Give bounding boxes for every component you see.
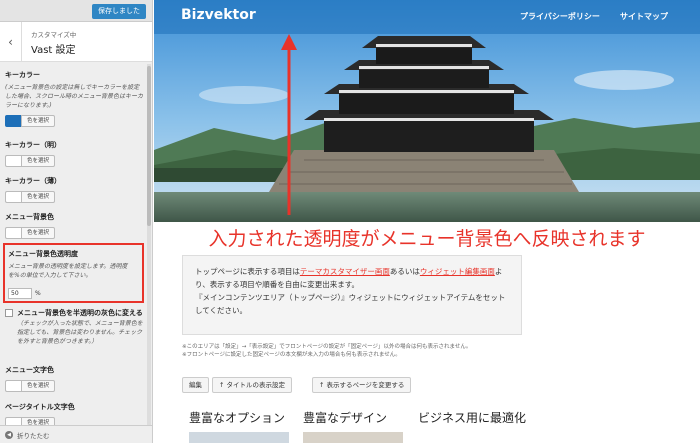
key-color-dark-section: キーカラー（薄） 色を選択: [5, 176, 143, 203]
nav-privacy-policy[interactable]: プライバシーポリシー: [520, 11, 600, 22]
feature-title: 豊富なデザイン: [303, 411, 388, 425]
menu-opacity-description: メニュー背景の透明度を設定します。透明度を%の単位で入力して下さい。: [8, 263, 128, 279]
menu-bg-section: メニュー背景色 色を選択: [5, 212, 143, 239]
site-preview: Bizvektor プライバシーポリシー サイトマップ 入力された透明度がメニュ…: [154, 0, 700, 443]
menu-bg-picker[interactable]: 色を選択: [5, 227, 143, 239]
customizer-header: ‹ カスタマイズ中 Vast 設定: [0, 22, 152, 62]
customizer-topbar: 保存しました: [0, 0, 152, 22]
menu-gray-label: メニュー背景色を半透明の灰色に変える: [17, 309, 143, 317]
title-display-settings-button[interactable]: ↑ タイトルの表示設定: [212, 377, 293, 393]
select-color-label: 色を選択: [21, 115, 56, 127]
annotation-caption: 入力された透明度がメニュー背景色へ反映されます: [208, 228, 646, 250]
menu-opacity-title: メニュー背景色透明度: [8, 250, 78, 258]
color-swatch: [5, 155, 21, 167]
color-swatch: [5, 115, 21, 127]
collapse-label: 折りたたむ: [17, 431, 50, 440]
customizer-sidebar: 保存しました ‹ カスタマイズ中 Vast 設定 キーカラー (メニュー背景色の…: [0, 0, 153, 443]
edit-button[interactable]: 編集: [182, 377, 209, 393]
feature-title: 豊富なオプション: [189, 411, 286, 425]
page-title-color-title: ページタイトル文字色: [5, 403, 75, 411]
frontpage-notice: トップページに表示する項目はテーマカスタマイザー画面あるいはウィジェット編集画面…: [182, 255, 522, 335]
back-button[interactable]: ‹: [0, 22, 22, 62]
key-color-light-picker[interactable]: 色を選択: [5, 155, 143, 167]
change-displayed-page-button[interactable]: ↑ 表示するページを変更する: [312, 377, 412, 393]
small-notes: ※このエリアは「設定」→「表示設定」でフロントページの設定が「固定ページ」以外の…: [182, 343, 471, 359]
key-color-description: (メニュー背景色の設定は無しでキーカラーを設定した場合、スクロール時のメニュー背…: [5, 84, 144, 109]
menu-bg-title: メニュー背景色: [5, 213, 54, 221]
collapse-icon: ◀: [5, 430, 13, 439]
note-line: ※フロントページに設定した固定ページの本文欄が未入力の場合も何も表示されません。: [182, 352, 401, 358]
notice-text: 『メインコンテンツエリア（トップページ）』ウィジェットにウィジェットアイテムをセ…: [195, 293, 506, 315]
site-logo[interactable]: Bizvektor: [181, 7, 256, 23]
key-color-title: キーカラー: [5, 71, 40, 79]
opacity-input[interactable]: 50: [8, 288, 32, 299]
color-swatch: [5, 227, 21, 239]
nav-sitemap[interactable]: サイトマップ: [620, 11, 668, 22]
key-color-light-section: キーカラー（明） 色を選択: [5, 140, 143, 167]
menu-gray-checkbox[interactable]: [5, 309, 13, 317]
color-swatch: [5, 380, 21, 392]
color-swatch: [5, 191, 21, 203]
panel-subtitle: カスタマイズ中: [31, 31, 77, 39]
feature-title: ビジネス用に最適化: [418, 411, 527, 425]
notice-text: トップページに表示する項目は: [195, 267, 300, 276]
widget-edit-link[interactable]: ウィジェット編集画面: [420, 267, 495, 276]
menu-gray-description: （チェックが入った状態で、メニュー背景色を指定しても、背景色は変わりません。チェ…: [17, 320, 143, 345]
menu-text-section: メニュー文字色 色を選択: [5, 365, 143, 392]
sidebar-scrollbar[interactable]: [147, 64, 151, 426]
menu-gray-section: メニュー背景色を半透明の灰色に変える （チェックが入った状態で、メニュー背景色を…: [5, 308, 143, 346]
theme-customizer-link[interactable]: テーマカスタマイザー画面: [300, 267, 390, 276]
menu-text-picker[interactable]: 色を選択: [5, 380, 143, 392]
panel-title: Vast 設定: [31, 45, 76, 56]
notice-text: あるいは: [389, 267, 420, 276]
note-line: ※このエリアは「設定」→「表示設定」でフロントページの設定が「固定ページ」以外の…: [182, 344, 472, 350]
select-color-label: 色を選択: [21, 191, 56, 203]
feature-image: [303, 432, 403, 443]
select-color-label: 色を選択: [21, 380, 56, 392]
select-color-label: 色を選択: [21, 155, 56, 167]
collapse-button[interactable]: ◀ 折りたたむ: [0, 425, 152, 443]
menu-text-title: メニュー文字色: [5, 366, 54, 374]
opacity-unit: %: [35, 290, 41, 297]
key-color-section: キーカラー (メニュー背景色の設定は無しでキーカラーを設定した場合、スクロール時…: [5, 70, 143, 127]
key-color-dark-picker[interactable]: 色を選択: [5, 191, 143, 203]
save-button[interactable]: 保存しました: [92, 4, 146, 19]
key-color-picker[interactable]: 色を選択: [5, 115, 143, 127]
key-color-dark-title: キーカラー（薄）: [5, 177, 61, 185]
feature-image: [189, 432, 289, 443]
select-color-label: 色を選択: [21, 227, 56, 239]
site-header: Bizvektor プライバシーポリシー サイトマップ: [154, 0, 700, 34]
chevron-left-icon: ‹: [8, 35, 13, 49]
key-color-light-title: キーカラー（明）: [5, 141, 61, 149]
menu-opacity-section: メニュー背景色透明度 メニュー背景の透明度を設定します。透明度を%の単位で入力し…: [3, 243, 144, 303]
